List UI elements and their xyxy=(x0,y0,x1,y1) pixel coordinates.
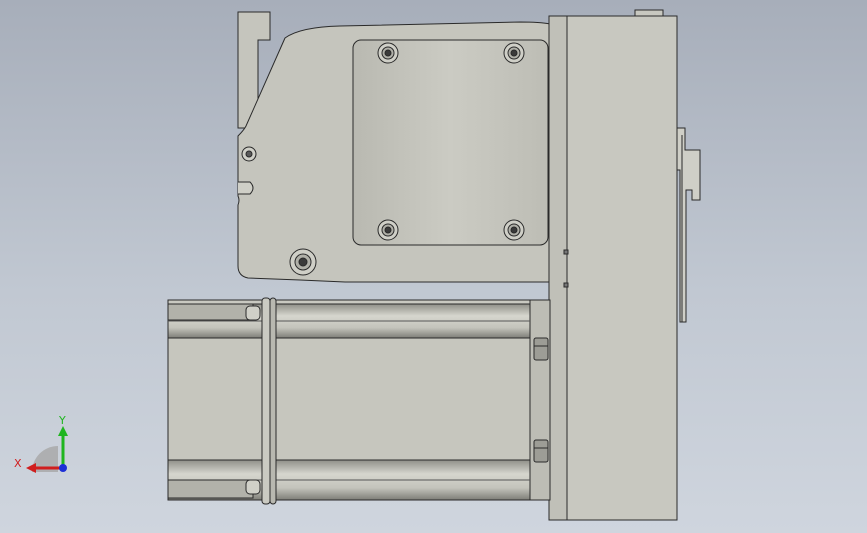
flange-bolt-icon xyxy=(533,439,549,463)
side-clip xyxy=(676,127,701,323)
motor-flange xyxy=(529,299,551,501)
flange-plate xyxy=(548,15,568,521)
y-axis-label: Y xyxy=(58,414,66,427)
z-axis-icon xyxy=(59,464,67,472)
y-axis-icon xyxy=(58,426,68,468)
end-cap xyxy=(566,15,678,521)
cad-graphics-viewport[interactable]: Y X xyxy=(0,0,867,533)
x-axis-label: X xyxy=(14,457,22,470)
actuator-model[interactable] xyxy=(0,0,867,533)
coordinate-triad: Y X xyxy=(14,414,68,473)
clamp-ring xyxy=(261,297,271,505)
flange-bolt-icon xyxy=(533,337,549,361)
cover-plate xyxy=(352,39,549,246)
side-slot xyxy=(238,181,254,195)
